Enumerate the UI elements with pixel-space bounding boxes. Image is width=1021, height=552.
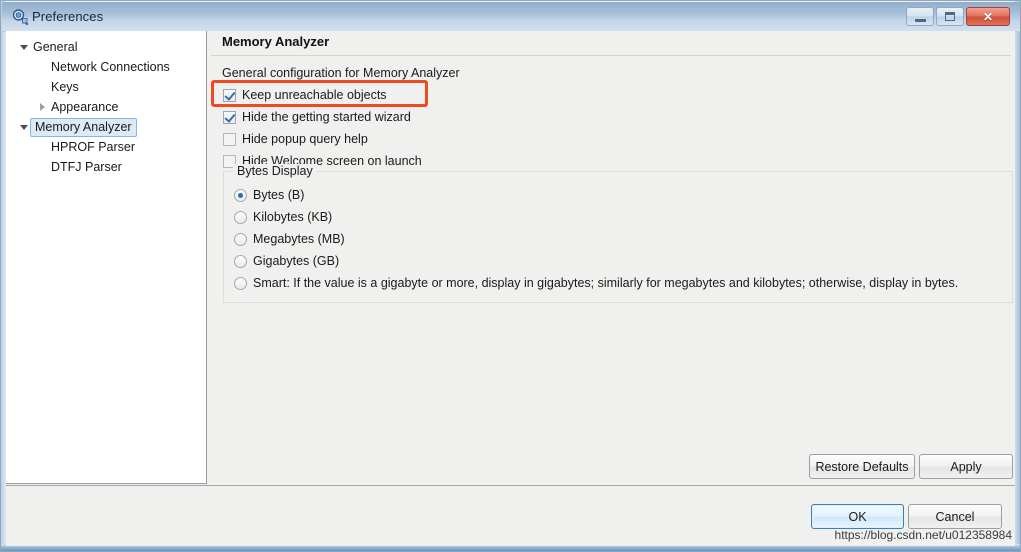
radio-option-4[interactable]: Gigabytes (GB) bbox=[234, 252, 339, 270]
twisty-expanded-icon[interactable] bbox=[18, 44, 30, 50]
minimize-button[interactable] bbox=[906, 7, 934, 26]
checkbox-hide-popup-query-help[interactable]: Hide popup query help bbox=[223, 130, 368, 148]
tree-item-label: Appearance bbox=[51, 100, 119, 114]
radio-option-3[interactable]: Megabytes (MB) bbox=[234, 230, 345, 248]
checkbox-unchecked-icon[interactable] bbox=[223, 132, 236, 146]
tree-item-label: Keys bbox=[51, 80, 79, 94]
cancel-button[interactable]: Cancel bbox=[908, 504, 1002, 529]
page-title: Memory Analyzer bbox=[222, 34, 330, 49]
checkbox-keep-unreachable-objects[interactable]: Keep unreachable objects bbox=[223, 86, 387, 104]
radio-label: Smart: If the value is a gigabyte or mor… bbox=[253, 276, 959, 290]
maximize-button[interactable] bbox=[936, 7, 964, 26]
tree-item-dtfj-parser[interactable]: DTFJ Parser bbox=[6, 157, 206, 177]
radio-unselected-icon[interactable] bbox=[234, 232, 247, 246]
checkbox-checked-icon[interactable] bbox=[223, 110, 236, 124]
tree-item-label: DTFJ Parser bbox=[51, 160, 122, 174]
preferences-tree[interactable]: General Network Connections Keys Appearance… bbox=[6, 31, 207, 484]
minimize-icon bbox=[914, 16, 926, 22]
bytes-display-title: Bytes Display bbox=[233, 164, 317, 178]
tree-item-label: HPROF Parser bbox=[51, 140, 136, 154]
close-icon: ✕ bbox=[982, 9, 994, 24]
tree-item-appearance[interactable]: Appearance bbox=[6, 97, 206, 117]
tree-item-label: Memory Analyzer bbox=[30, 117, 137, 137]
tree-item-network-connections[interactable]: Network Connections bbox=[6, 57, 206, 77]
tree-item-hprof-parser[interactable]: HPROF Parser bbox=[6, 137, 206, 157]
radio-option-1[interactable]: Bytes (B) bbox=[234, 186, 304, 204]
close-button[interactable]: ✕ bbox=[966, 7, 1010, 26]
tree-item-memory-analyzer[interactable]: Memory Analyzer bbox=[6, 117, 206, 137]
tree-item-label: Network Connections bbox=[51, 60, 170, 74]
checkbox-label: Hide popup query help bbox=[242, 132, 368, 146]
preference-page: Memory Analyzer General configuration fo… bbox=[208, 31, 1015, 484]
preferences-search-icon bbox=[11, 8, 29, 26]
radio-option-2[interactable]: Kilobytes (KB) bbox=[234, 208, 332, 226]
preferences-window: Preferences ✕ General Network Connections… bbox=[0, 0, 1021, 552]
restore-defaults-button[interactable]: Restore Defaults bbox=[809, 454, 915, 479]
dialog-content: General Network Connections Keys Appearance… bbox=[6, 31, 1015, 515]
tree-item-keys[interactable]: Keys bbox=[6, 77, 206, 97]
radio-unselected-icon[interactable] bbox=[234, 276, 247, 290]
radio-label: Megabytes (MB) bbox=[253, 232, 345, 246]
page-description: General configuration for Memory Analyze… bbox=[222, 66, 460, 80]
maximize-icon bbox=[945, 12, 955, 21]
twisty-expanded-icon[interactable] bbox=[18, 124, 30, 130]
checkbox-checked-icon[interactable] bbox=[223, 88, 236, 102]
ok-button[interactable]: OK bbox=[811, 504, 904, 529]
radio-label: Gigabytes (GB) bbox=[253, 254, 340, 268]
apply-button[interactable]: Apply bbox=[919, 454, 1013, 479]
twisty-collapsed-icon[interactable] bbox=[36, 103, 48, 111]
tree-item-label: General bbox=[33, 40, 78, 54]
tree-item-general[interactable]: General bbox=[6, 37, 206, 57]
radio-label: Kilobytes (KB) bbox=[253, 210, 333, 224]
window-title: Preferences bbox=[32, 9, 104, 24]
radio-label: Bytes (B) bbox=[253, 188, 305, 202]
title-bar: Preferences ✕ bbox=[2, 2, 1020, 32]
watermark-text: https://blog.csdn.net/u012358984 bbox=[834, 528, 1012, 542]
checkbox-hide-the-getting-started-wizard[interactable]: Hide the getting started wizard bbox=[223, 108, 411, 126]
screenshot-root: Preferences ✕ General Network Connections… bbox=[0, 0, 1021, 552]
radio-unselected-icon[interactable] bbox=[234, 254, 247, 268]
radio-unselected-icon[interactable] bbox=[234, 210, 247, 224]
radio-option-5[interactable]: Smart: If the value is a gigabyte or mor… bbox=[234, 274, 958, 292]
radio-selected-icon[interactable] bbox=[234, 188, 247, 202]
page-title-separator bbox=[211, 55, 1011, 56]
window-controls: ✕ bbox=[906, 7, 1010, 26]
checkbox-label: Hide the getting started wizard bbox=[242, 110, 411, 124]
checkbox-label: Keep unreachable objects bbox=[242, 88, 387, 102]
